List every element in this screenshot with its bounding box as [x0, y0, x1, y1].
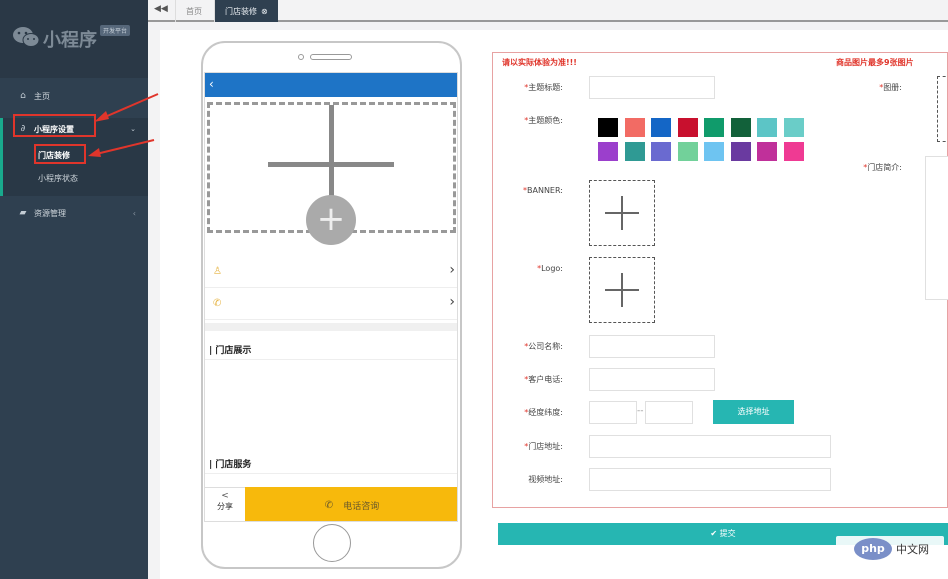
section-divider [205, 359, 457, 360]
label-latlng: *经度纬度: [524, 408, 563, 417]
close-icon[interactable]: ⊗ [261, 7, 268, 16]
color-swatch[interactable] [598, 118, 618, 137]
php-logo: php [854, 538, 892, 560]
color-swatch[interactable] [677, 142, 698, 161]
tab-store-decor[interactable]: 门店装修 ⊗ [214, 0, 278, 22]
label-album: *图册: [879, 83, 902, 92]
php-watermark: php 中文网 [836, 536, 944, 562]
warning-left: 请以实际体验为准!!! [502, 58, 577, 67]
label-banner: *BANNER: [523, 186, 563, 195]
color-swatch[interactable] [677, 118, 698, 137]
phone-icon: ✆ [213, 298, 222, 309]
label-intro: *门店简介: [863, 163, 902, 172]
brand-header: 小程序 开发平台 [0, 0, 148, 78]
label-company: *公司名称: [524, 342, 563, 351]
annotation-box-miniapp [13, 114, 96, 137]
label-address: *门店地址: [524, 442, 563, 451]
phone-call-icon: ✆ [324, 499, 334, 511]
label-logo: *Logo: [537, 264, 563, 273]
nav-home-label: 主页 [34, 91, 50, 101]
phone-navbar: ‹ [205, 73, 457, 97]
color-swatch[interactable] [624, 118, 645, 137]
warning-right: 商品图片最多9张图片 [836, 58, 914, 67]
divider-bar [205, 323, 457, 331]
label-phone: *客户电话: [524, 375, 563, 384]
double-left-arrow-icon[interactable]: ◀◀ [154, 4, 168, 18]
color-swatch[interactable] [757, 118, 777, 137]
section-title-display: | 门店展示 [209, 346, 252, 356]
nav-resource[interactable]: ▰ 资源管理 ‹ [0, 202, 148, 224]
tab-store-decor-label: 门店装修 [225, 6, 257, 16]
color-swatch[interactable] [704, 118, 724, 137]
call-label: 电话咨询 [343, 501, 380, 512]
banner-upload[interactable] [589, 180, 655, 246]
home-icon: ⌂ [20, 91, 26, 101]
section-divider [205, 473, 457, 474]
color-swatch[interactable] [757, 142, 777, 161]
color-swatch[interactable] [624, 142, 645, 161]
color-swatch[interactable] [783, 118, 804, 137]
intro-textarea[interactable] [925, 156, 948, 300]
folder-icon: ▰ [19, 208, 27, 218]
nav-resource-label: 资源管理 [34, 208, 66, 218]
tab-bar: ◀◀ 首页 门店装修 ⊗ [148, 0, 948, 22]
theme-title-input[interactable] [589, 76, 715, 99]
phone-screen: ‹ + ♙ › ✆ › | 门店展示 | 门店服务 < 分享 ✆ 电话咨询 [204, 72, 458, 522]
annotation-box-store-decor [34, 144, 86, 164]
wechat-logo-icon [13, 27, 40, 47]
chevron-right-icon: › [449, 262, 455, 278]
share-label: 分享 [217, 502, 233, 511]
album-upload[interactable] [937, 76, 948, 142]
color-swatch[interactable] [730, 142, 751, 161]
color-swatch[interactable] [598, 142, 618, 161]
select-address-button[interactable]: 选择地址 [713, 400, 794, 424]
label-video: 视频地址: [528, 475, 563, 484]
call-button[interactable]: ✆ 电话咨询 [245, 487, 457, 521]
chevron-right-icon: › [449, 294, 455, 310]
color-swatch[interactable] [704, 142, 724, 161]
annotation-arrow-1 [94, 93, 159, 122]
address-input[interactable] [589, 435, 831, 458]
label-theme-title: *主题标题: [524, 83, 563, 92]
share-icon: < [221, 491, 229, 501]
add-circle-icon[interactable]: + [306, 195, 356, 245]
back-arrow-icon[interactable]: ‹ [209, 77, 214, 91]
color-swatch[interactable] [651, 118, 671, 137]
tab-home[interactable]: 首页 [175, 0, 212, 22]
latitude-input[interactable] [645, 401, 693, 424]
longitude-input[interactable] [589, 401, 637, 424]
sidebar: 小程序 开发平台 ⌂ 主页 ∂ 小程序设置 ⌄ 门店装修 小程序状态 ▰ 资源管… [0, 0, 148, 579]
color-swatch[interactable] [783, 142, 804, 161]
logo-upload[interactable] [589, 257, 655, 323]
annotation-arrow-2 [88, 139, 155, 157]
info-row-address[interactable]: ♙ › [205, 256, 457, 288]
location-icon: ♙ [213, 266, 222, 277]
info-row-phone[interactable]: ✆ › [205, 288, 457, 320]
color-swatch[interactable] [730, 118, 751, 137]
phone-home-button [313, 524, 351, 562]
share-button[interactable]: < 分享 [205, 487, 245, 521]
company-input[interactable] [589, 335, 715, 358]
color-swatch[interactable] [651, 142, 671, 161]
camera-dot [298, 54, 304, 60]
brand-title: 小程序 [43, 30, 97, 51]
chevron-left-icon: ‹ [132, 208, 136, 218]
video-input[interactable] [589, 468, 831, 491]
phone-speaker [310, 54, 352, 60]
label-theme-color: *主题颜色: [524, 116, 563, 125]
latlng-separator: -- [637, 406, 644, 416]
subnav-item-miniapp-status[interactable]: 小程序状态 [38, 173, 78, 184]
section-title-service: | 门店服务 [209, 460, 252, 470]
brand-tag: 开发平台 [100, 25, 131, 36]
watermark-text: 中文网 [896, 543, 929, 556]
phone-input[interactable] [589, 368, 715, 391]
tab-home-label: 首页 [186, 6, 202, 16]
